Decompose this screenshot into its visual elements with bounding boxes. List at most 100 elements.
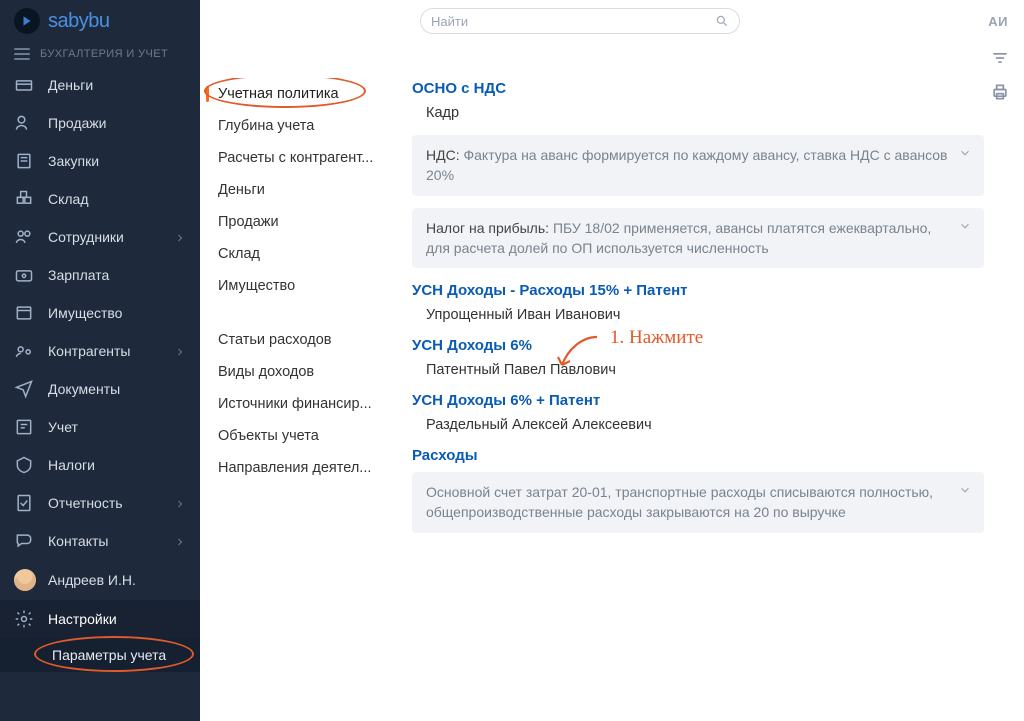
tab-label: Расчеты с контрагент... bbox=[218, 150, 373, 166]
panel-profit-tax[interactable]: Налог на прибыль: ПБУ 18/02 применяется,… bbox=[412, 208, 984, 269]
tab-accounting-objects[interactable]: Объекты учета bbox=[200, 420, 400, 452]
nav-label: Контрагенты bbox=[48, 343, 130, 359]
avatar bbox=[14, 569, 36, 591]
block-sub: Раздельный Алексей Алексеевич bbox=[426, 417, 984, 433]
chevron-down-icon[interactable] bbox=[958, 218, 972, 232]
tab-label: Объекты учета bbox=[218, 428, 319, 444]
search-input[interactable] bbox=[431, 14, 715, 29]
tab-warehouse[interactable]: Склад bbox=[200, 238, 400, 270]
nav-documents[interactable]: Документы bbox=[0, 370, 200, 408]
nav-label: Склад bbox=[48, 191, 89, 207]
tabs-group-1: Учетная политика Глубина учета Расчеты с… bbox=[200, 78, 400, 302]
nav-salary[interactable]: Зарплата bbox=[0, 256, 200, 294]
nav-warehouse[interactable]: Склад bbox=[0, 180, 200, 218]
search-icon bbox=[715, 14, 729, 28]
nav-settings[interactable]: Настройки bbox=[0, 600, 200, 638]
nav-money[interactable]: Деньги bbox=[0, 66, 200, 104]
nav-sales[interactable]: Продажи bbox=[0, 104, 200, 142]
tabs-column: Учетная политика Глубина учета Расчеты с… bbox=[200, 0, 400, 721]
nav-counterparties[interactable]: Контрагенты bbox=[0, 332, 200, 370]
nav-label: Сотрудники bbox=[48, 229, 124, 245]
sales-icon bbox=[14, 113, 34, 133]
nav-label: Отчетность bbox=[48, 495, 123, 511]
reporting-icon bbox=[14, 493, 34, 513]
chevron-down-icon[interactable] bbox=[958, 482, 972, 496]
nav-label: Настройки bbox=[48, 611, 117, 627]
nav-label: Продажи bbox=[48, 115, 106, 131]
nav-reporting[interactable]: Отчетность bbox=[0, 484, 200, 522]
tab-label: Склад bbox=[218, 246, 260, 262]
logo-text: sabybu bbox=[48, 10, 110, 33]
salary-icon bbox=[14, 265, 34, 285]
nav-label: Учет bbox=[48, 419, 78, 435]
panel-expenses[interactable]: Основной счет затрат 20-01, транспортные… bbox=[412, 472, 984, 533]
block-usn6[interactable]: УСН Доходы 6% Патентный Павел Павлович 1… bbox=[412, 337, 984, 378]
panel-text: Фактура на аванс формируется по каждому … bbox=[426, 147, 947, 183]
filter-icon[interactable] bbox=[990, 48, 1010, 68]
content: ОСНО с НДС Кадр НДС: Фактура на аванс фо… bbox=[400, 42, 1024, 721]
print-icon[interactable] bbox=[990, 82, 1010, 102]
tab-label: Продажи bbox=[218, 214, 279, 230]
counterparties-icon bbox=[14, 341, 34, 361]
nav-label: Налоги bbox=[48, 457, 95, 473]
logo-icon bbox=[14, 8, 40, 34]
nav-purchases[interactable]: Закупки bbox=[0, 142, 200, 180]
purchases-icon bbox=[14, 151, 34, 171]
nav-sub-accounting-params[interactable]: Параметры учета bbox=[0, 638, 200, 672]
property-icon bbox=[14, 303, 34, 323]
nav-label: Закупки bbox=[48, 153, 99, 169]
tab-counterparty-settlements[interactable]: Расчеты с контрагент... bbox=[200, 142, 400, 174]
gear-icon bbox=[14, 609, 34, 629]
chevron-right-icon bbox=[174, 345, 186, 357]
block-title: ОСНО с НДС bbox=[412, 80, 984, 97]
panel-label: НДС: bbox=[426, 147, 460, 163]
nav-sub-label: Параметры учета bbox=[52, 647, 166, 663]
hamburger-icon[interactable] bbox=[14, 48, 30, 60]
section-title: БУХГАЛТЕРИЯ И УЧЕТ bbox=[40, 48, 168, 60]
block-usn15[interactable]: УСН Доходы - Расходы 15% + Патент Упроще… bbox=[412, 282, 984, 323]
nav-label: Документы bbox=[48, 381, 120, 397]
tab-accounting-policy[interactable]: Учетная политика bbox=[200, 78, 400, 110]
block-expenses[interactable]: Расходы bbox=[412, 447, 984, 464]
nav-property[interactable]: Имущество bbox=[0, 294, 200, 332]
tab-income-types[interactable]: Виды доходов bbox=[200, 356, 400, 388]
block-title: Расходы bbox=[412, 447, 984, 464]
contacts-icon bbox=[14, 531, 34, 551]
main: АИ ОСНО с НДС Кадр НДС: Фактура на аванс… bbox=[400, 0, 1024, 721]
block-osno[interactable]: ОСНО с НДС Кадр bbox=[412, 80, 984, 121]
tab-label: Источники финансир... bbox=[218, 396, 372, 412]
panel-vat[interactable]: НДС: Фактура на аванс формируется по каж… bbox=[412, 135, 984, 196]
nav-accounting[interactable]: Учет bbox=[0, 408, 200, 446]
chevron-right-icon bbox=[174, 497, 186, 509]
tab-label: Деньги bbox=[218, 182, 265, 198]
nav-taxes[interactable]: Налоги bbox=[0, 446, 200, 484]
tab-label: Статьи расходов bbox=[218, 332, 331, 348]
tab-money[interactable]: Деньги bbox=[200, 174, 400, 206]
nav-employees[interactable]: Сотрудники bbox=[0, 218, 200, 256]
chevron-down-icon[interactable] bbox=[958, 145, 972, 159]
chevron-right-icon bbox=[174, 231, 186, 243]
nav-contacts[interactable]: Контакты bbox=[0, 522, 200, 560]
block-usn6-patent[interactable]: УСН Доходы 6% + Патент Раздельный Алексе… bbox=[412, 392, 984, 433]
nav-label: Деньги bbox=[48, 77, 93, 93]
user-name: Андреев И.Н. bbox=[48, 572, 136, 588]
panel-text: Основной счет затрат 20-01, транспортные… bbox=[426, 484, 933, 520]
search-box[interactable] bbox=[420, 8, 740, 34]
tab-label: Виды доходов bbox=[218, 364, 314, 380]
tab-funding-sources[interactable]: Источники финансир... bbox=[200, 388, 400, 420]
section-header[interactable]: БУХГАЛТЕРИЯ И УЧЕТ bbox=[0, 42, 200, 66]
tab-activity-directions[interactable]: Направления деятел... bbox=[200, 452, 400, 484]
tabs-group-2: Статьи расходов Виды доходов Источники ф… bbox=[200, 324, 400, 484]
tab-sales[interactable]: Продажи bbox=[200, 206, 400, 238]
sidebar: sabybu БУХГАЛТЕРИЯ И УЧЕТ Деньги Продажи… bbox=[0, 0, 200, 721]
nav-user[interactable]: Андреев И.Н. bbox=[0, 560, 200, 600]
tab-label: Учетная политика bbox=[218, 86, 339, 102]
tab-depth[interactable]: Глубина учета bbox=[200, 110, 400, 142]
accounting-icon bbox=[14, 417, 34, 437]
tab-expense-items[interactable]: Статьи расходов bbox=[200, 324, 400, 356]
chevron-right-icon bbox=[174, 535, 186, 547]
nav-label: Имущество bbox=[48, 305, 122, 321]
ai-badge[interactable]: АИ bbox=[988, 14, 1008, 29]
tab-property[interactable]: Имущество bbox=[200, 270, 400, 302]
nav-label: Зарплата bbox=[48, 267, 109, 283]
